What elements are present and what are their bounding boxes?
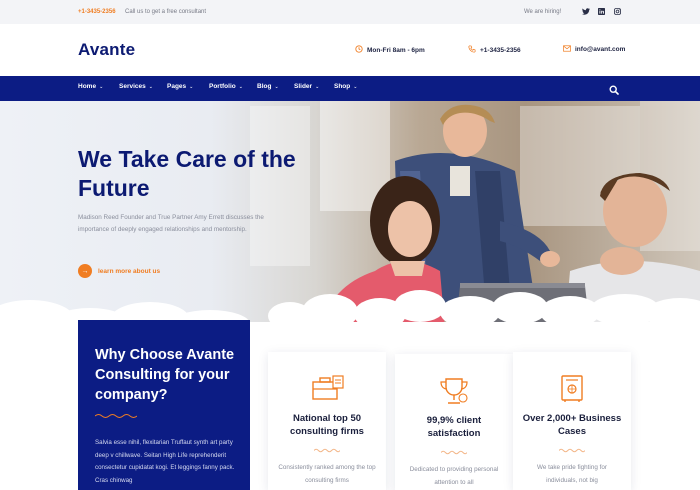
card-title: Over 2,000+ Business Cases [522, 413, 622, 437]
topbar-phone[interactable]: +1-3435-2356 [78, 9, 116, 15]
nav-item-shop[interactable]: Shop ⌄ [334, 83, 357, 90]
arrow-right-icon: → [78, 264, 92, 278]
twitter-icon[interactable] [581, 7, 590, 16]
search-icon[interactable] [609, 82, 620, 95]
phone-icon [468, 45, 476, 55]
clock-icon [355, 45, 363, 55]
nav-label: Portfolio [209, 83, 236, 90]
phone-info: +1-3435-2356 [468, 45, 521, 55]
why-text: Salvia esse nihil, flexitarian Truffaut … [95, 439, 235, 484]
nav-label: Home [78, 83, 97, 90]
nav-item-portfolio[interactable]: Portfolio ⌄ [209, 83, 243, 90]
briefcase-icon [268, 374, 386, 402]
chevron-down-icon: ⌄ [148, 83, 153, 90]
card-title: National top 50 consulting firms [290, 413, 364, 437]
nav-label: Blog [257, 83, 272, 90]
hero-description: Madison Reed Founder and True Partner Am… [78, 214, 264, 233]
card-text: Consistently ranked among the top consul… [278, 464, 376, 484]
hours-info: Mon-Fri 8am - 6pm [355, 45, 425, 55]
card-text: We take pride fighting for individuals, … [537, 464, 607, 484]
hero-title: We Take Care of the Future [78, 146, 296, 201]
instagram-icon[interactable] [613, 7, 622, 16]
chevron-down-icon: ⌄ [315, 83, 320, 90]
nav-label: Services [119, 83, 146, 90]
nav-item-blog[interactable]: Blog ⌄ [257, 83, 279, 90]
chevron-down-icon: ⌄ [238, 83, 243, 90]
nav-label: Slider [294, 83, 313, 90]
chevron-down-icon: ⌄ [189, 83, 194, 90]
chevron-down-icon: ⌄ [99, 83, 104, 90]
nav-item-home[interactable]: Home ⌄ [78, 83, 103, 90]
wave-divider-icon [268, 448, 386, 453]
nav-label: Pages [167, 83, 187, 90]
nav-item-slider[interactable]: Slider ⌄ [294, 83, 319, 90]
nav-item-services[interactable]: Services ⌄ [119, 83, 153, 90]
why-title: Why Choose Avante Consulting for your co… [95, 347, 235, 403]
top-bar: +1-3435-2356 Call us to get a free consu… [0, 0, 700, 24]
mail-icon [563, 45, 571, 54]
learn-more-link[interactable]: → learn more about us [78, 264, 160, 278]
nav-item-pages[interactable]: Pages ⌄ [167, 83, 193, 90]
card-text: Dedicated to providing personal attentio… [409, 466, 499, 486]
wave-divider-icon [513, 448, 631, 453]
nav-label: Shop [334, 83, 351, 90]
chevron-down-icon: ⌄ [353, 83, 358, 90]
site-logo[interactable]: Avante [78, 40, 135, 60]
hiring-link[interactable]: We are hiring! [524, 9, 561, 15]
chevron-down-icon: ⌄ [274, 83, 279, 90]
linkedin-icon[interactable] [597, 7, 606, 16]
wave-divider-icon [395, 450, 513, 455]
feature-card: Over 2,000+ Business Cases We take pride… [513, 352, 631, 490]
hours-text: Mon-Fri 8am - 6pm [367, 46, 425, 54]
card-title: 99,9% client satisfaction [426, 415, 482, 439]
email-info: info@avant.com [563, 45, 625, 54]
feature-card: 99,9% client satisfaction Dedicated to p… [395, 354, 513, 490]
topbar-call-text: Call us to get a free consultant [125, 9, 207, 15]
header-email-text[interactable]: info@avant.com [575, 46, 625, 53]
wave-divider-icon [95, 414, 137, 418]
feature-card: National top 50 consulting firms Consist… [268, 352, 386, 490]
main-nav: Home ⌄ Services ⌄ Pages ⌄ Portfolio ⌄ Blog ⌄ … [0, 76, 700, 101]
header-phone-text[interactable]: +1-3435-2356 [480, 47, 521, 54]
cta-label: learn more about us [98, 267, 161, 275]
trophy-icon [395, 376, 513, 406]
safe-icon [513, 374, 631, 404]
